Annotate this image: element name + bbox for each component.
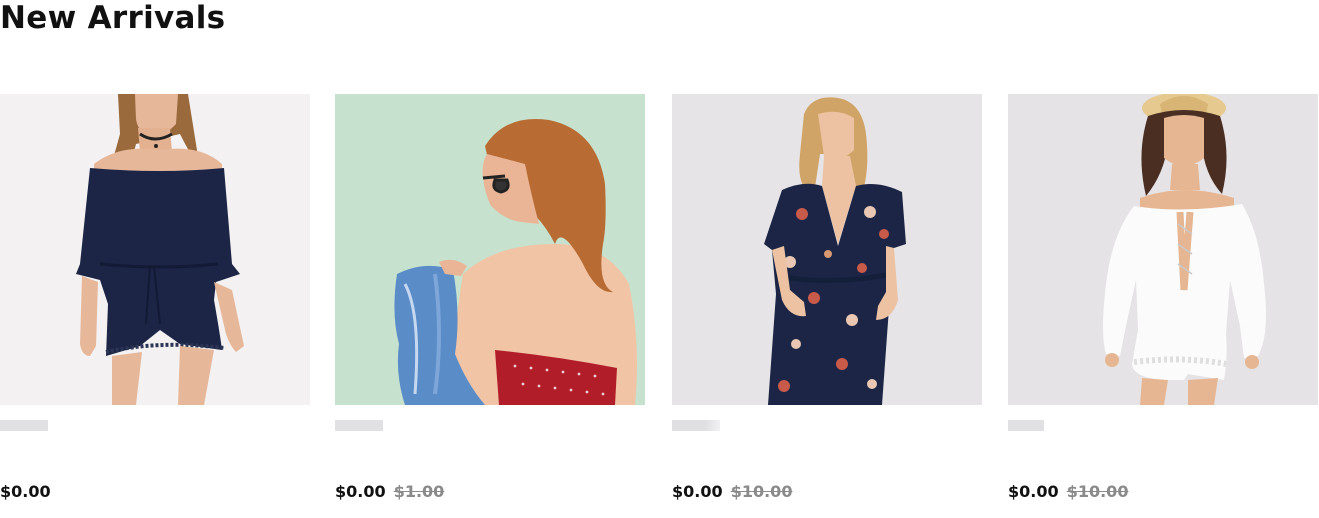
price-row: $0.00 $10.00 <box>1008 482 1128 502</box>
section-title: New Arrivals <box>0 0 226 36</box>
current-price: $0.00 <box>1008 482 1059 501</box>
price-row: $0.00 <box>0 482 51 502</box>
original-price: $10.00 <box>730 482 793 501</box>
product-name-placeholder[interactable] <box>1008 420 1044 431</box>
current-price: $0.00 <box>672 482 723 501</box>
current-price: $0.00 <box>0 482 51 501</box>
product-name-placeholder[interactable] <box>672 420 720 431</box>
current-price: $0.00 <box>335 482 386 501</box>
product-card[interactable]: $0.00 $1.00 <box>335 94 645 514</box>
product-name-placeholder[interactable] <box>0 420 48 431</box>
product-image[interactable] <box>672 94 982 405</box>
product-image[interactable] <box>0 94 310 405</box>
product-image[interactable] <box>1008 94 1318 405</box>
product-name-placeholder[interactable] <box>335 420 383 431</box>
product-card[interactable]: $0.00 $10.00 <box>1008 94 1318 514</box>
new-arrivals-page: New Arrivals $0.00 $0.00 $1.00 $0.00 $10… <box>0 0 1319 518</box>
price-row: $0.00 $10.00 <box>672 482 792 502</box>
product-card[interactable]: $0.00 <box>0 94 310 514</box>
product-image[interactable] <box>335 94 645 405</box>
original-price: $10.00 <box>1066 482 1129 501</box>
product-grid: $0.00 $0.00 $1.00 $0.00 $10.00 $0.00 $10… <box>0 94 1319 514</box>
product-card[interactable]: $0.00 $10.00 <box>672 94 982 514</box>
price-row: $0.00 $1.00 <box>335 482 444 502</box>
original-price: $1.00 <box>393 482 445 501</box>
